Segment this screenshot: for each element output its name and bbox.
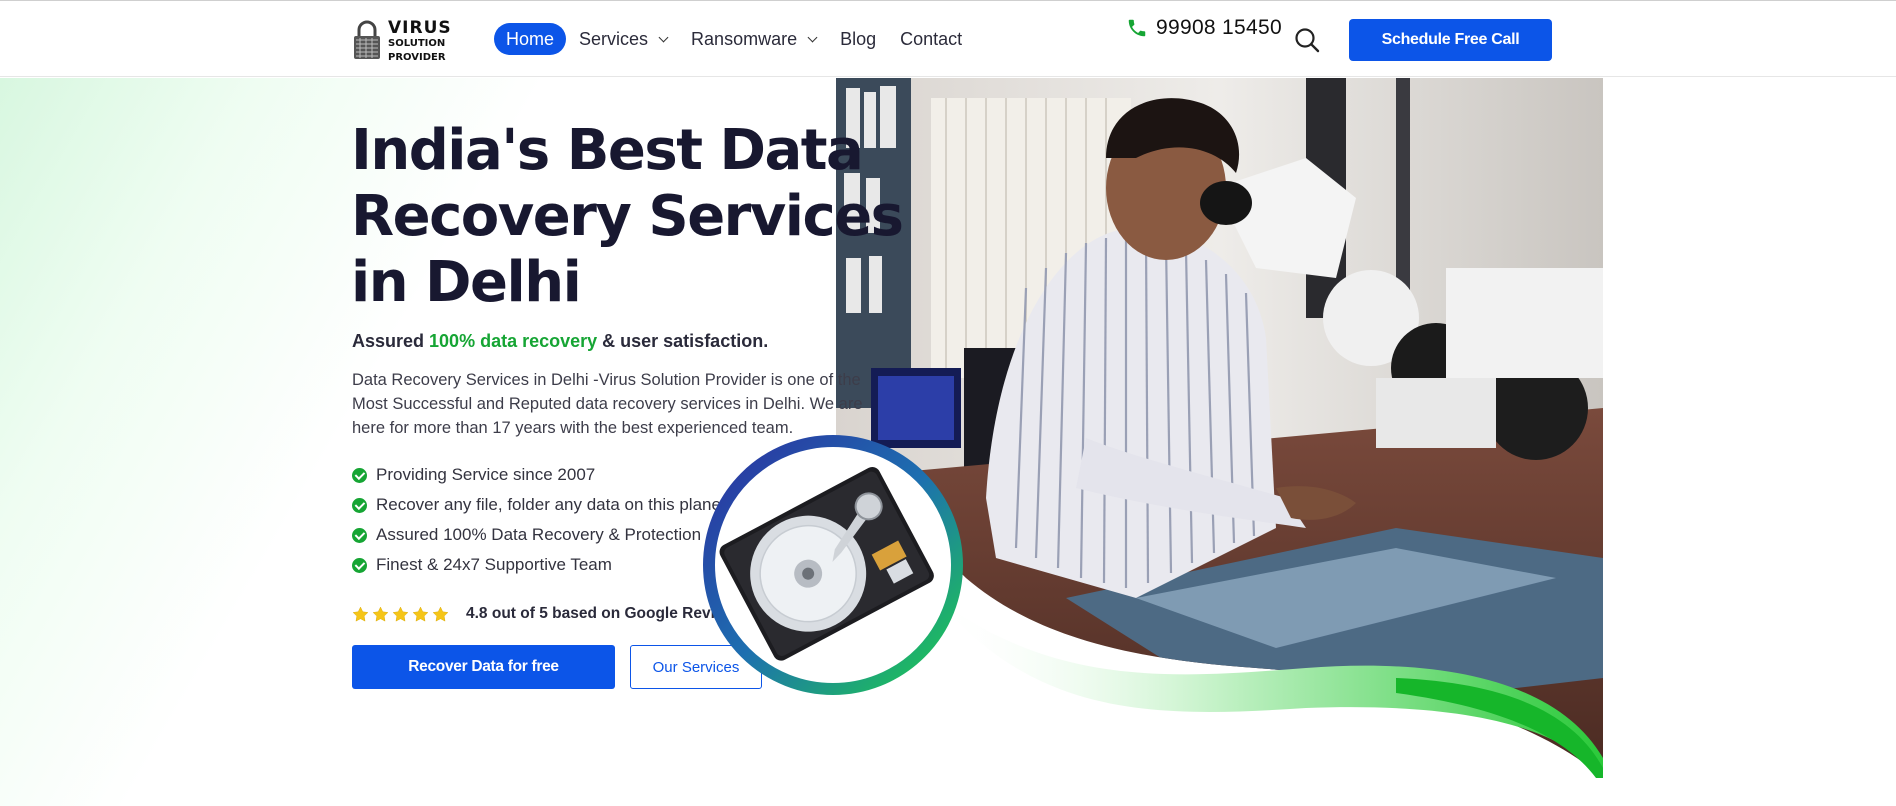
hero-description: Data Recovery Services in Delhi -Virus S… xyxy=(352,371,863,437)
phone-link[interactable]: 99908 15450 xyxy=(1126,15,1282,41)
logo-line-2: SOLUTION xyxy=(388,38,446,49)
site-logo[interactable]: VIRUS SOLUTION PROVIDER xyxy=(352,19,451,63)
feature-text: Recover any file, folder any data on thi… xyxy=(376,495,726,514)
nav-item-label: Home xyxy=(506,28,555,49)
star-icon xyxy=(352,606,369,622)
star-icon xyxy=(412,606,429,622)
nav-item-label: Blog xyxy=(840,28,877,49)
search-icon[interactable] xyxy=(1294,27,1320,53)
hard-drive-badge xyxy=(703,435,963,695)
list-item: Recover any file, folder any data on thi… xyxy=(352,490,726,520)
star-icon xyxy=(392,606,409,622)
nav-item-services[interactable]: Services xyxy=(579,23,669,55)
phone-icon xyxy=(1128,19,1146,37)
chevron-down-icon xyxy=(807,32,818,42)
check-circle-icon xyxy=(352,527,367,543)
google-rating: 4.8 out of 5 based on Google Review xyxy=(352,603,736,625)
assured-highlight: 100% data recovery xyxy=(429,331,598,351)
schedule-call-button[interactable]: Schedule Free Call xyxy=(1349,19,1552,61)
rating-stars xyxy=(352,606,452,623)
check-circle-icon xyxy=(352,557,367,573)
nav-item-contact[interactable]: Contact xyxy=(900,23,962,55)
list-item: Providing Service since 2007 xyxy=(352,460,726,490)
nav-item-label: Contact xyxy=(900,28,963,49)
list-item: Finest & 24x7 Supportive Team xyxy=(352,550,726,580)
nav-item-blog[interactable]: Blog xyxy=(840,23,876,55)
hero-title: India's Best Data Recovery Services in D… xyxy=(351,118,904,315)
assured-prefix: Assured xyxy=(352,331,430,351)
main-nav: Home Services Ransomware Blog Contact xyxy=(494,23,986,55)
logo-line-3: PROVIDER xyxy=(388,52,446,63)
feature-text: Providing Service since 2007 xyxy=(376,465,596,484)
rating-text: 4.8 out of 5 based on Google Review xyxy=(466,605,736,622)
logo-line-1: VIRUS xyxy=(388,18,452,38)
feature-list: Providing Service since 2007 Recover any… xyxy=(352,460,726,580)
feature-text: Finest & 24x7 Supportive Team xyxy=(376,555,612,574)
logo-text: VIRUS SOLUTION PROVIDER xyxy=(388,20,452,65)
star-icon xyxy=(432,606,449,622)
site-header: VIRUS SOLUTION PROVIDER Home Services Ra… xyxy=(0,1,1896,77)
nav-item-home[interactable]: Home xyxy=(494,23,567,55)
nav-item-label: Ransomware xyxy=(691,28,798,49)
padlock-icon xyxy=(354,20,380,59)
assured-suffix: & user satisfaction. xyxy=(597,331,769,351)
feature-text: Assured 100% Data Recovery & Protection xyxy=(376,525,702,544)
list-item: Assured 100% Data Recovery & Protection xyxy=(352,520,726,550)
chevron-down-icon xyxy=(658,32,669,42)
nav-item-ransomware[interactable]: Ransomware xyxy=(691,23,818,55)
check-circle-icon xyxy=(352,467,367,483)
check-circle-icon xyxy=(352,497,367,513)
hero-assured-line: Assured 100% data recovery & user satisf… xyxy=(352,331,768,352)
recover-data-button[interactable]: Recover Data for free xyxy=(352,645,615,689)
nav-item-label: Services xyxy=(579,28,649,49)
phone-number: 99908 15450 xyxy=(1156,16,1282,39)
star-icon xyxy=(372,606,389,622)
